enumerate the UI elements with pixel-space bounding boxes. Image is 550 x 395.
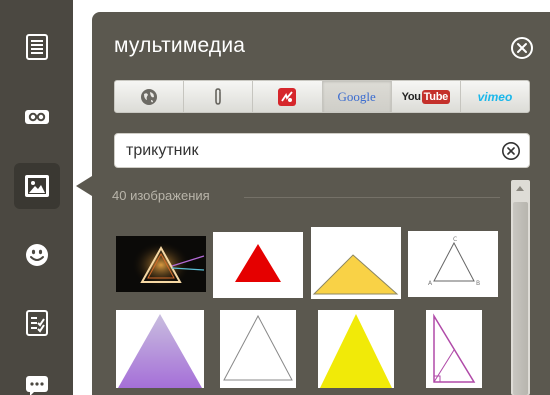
text-lines-icon [26,34,48,60]
toolbar-comment-button[interactable] [14,362,60,395]
result-image-3[interactable] [311,227,401,299]
search-clear-button[interactable] [501,141,521,161]
smiley-icon [26,244,48,266]
source-youtube[interactable]: You Tube [392,81,461,112]
globe-icon [141,88,158,105]
image-icon [25,175,49,197]
result-image-6[interactable] [220,310,296,388]
source-photo-service[interactable] [253,81,323,112]
paperclip-icon [215,87,222,105]
toolbar-checklist-button[interactable] [14,300,60,346]
left-toolbar [0,0,73,395]
app-root: мультимедиа Google You Tube vimeo трикут… [0,0,550,395]
vimeo-logo: vimeo [477,89,513,104]
search-field[interactable]: трикутник [114,133,530,168]
search-input[interactable]: трикутник [126,142,198,160]
results-scrollbar[interactable] [511,180,530,395]
result-image-5[interactable] [116,310,204,388]
toolbar-emoji-button[interactable] [14,232,60,278]
circle-x-icon [511,37,533,59]
scroll-thumb[interactable] [513,202,528,395]
google-label: Google [337,88,376,104]
result-image-4[interactable]: C A B [408,231,498,297]
link-icon [25,110,49,124]
source-tabs: Google You Tube vimeo [114,80,530,113]
flickr-like-icon [278,87,297,106]
panel-pointer [76,176,92,196]
result-image-8[interactable] [426,310,482,388]
svg-text:C: C [453,236,457,243]
panel-title: мультимедиа [114,34,246,57]
multimedia-panel: мультимедиа Google You Tube vimeo трикут… [92,12,550,395]
svg-text:B: B [476,280,480,287]
result-image-7[interactable] [318,310,394,388]
circle-x-icon [502,142,520,160]
results-count: 40 изображения [112,188,210,203]
toolbar-link-button[interactable] [14,94,60,140]
toolbar-text-button[interactable] [14,24,60,70]
scroll-up-arrow-icon[interactable] [516,186,524,191]
youtube-logo: You Tube [401,89,450,104]
result-image-1[interactable] [116,236,206,292]
speech-bubble-icon [26,376,48,395]
panel-close-button[interactable] [510,36,534,60]
source-google[interactable]: Google [322,81,392,112]
result-image-2[interactable] [213,232,303,298]
checklist-icon [26,310,48,336]
source-attachment[interactable] [184,81,254,112]
source-vimeo[interactable]: vimeo [461,81,529,112]
toolbar-image-button[interactable] [14,163,60,209]
source-web[interactable] [115,81,185,112]
divider [244,197,500,198]
